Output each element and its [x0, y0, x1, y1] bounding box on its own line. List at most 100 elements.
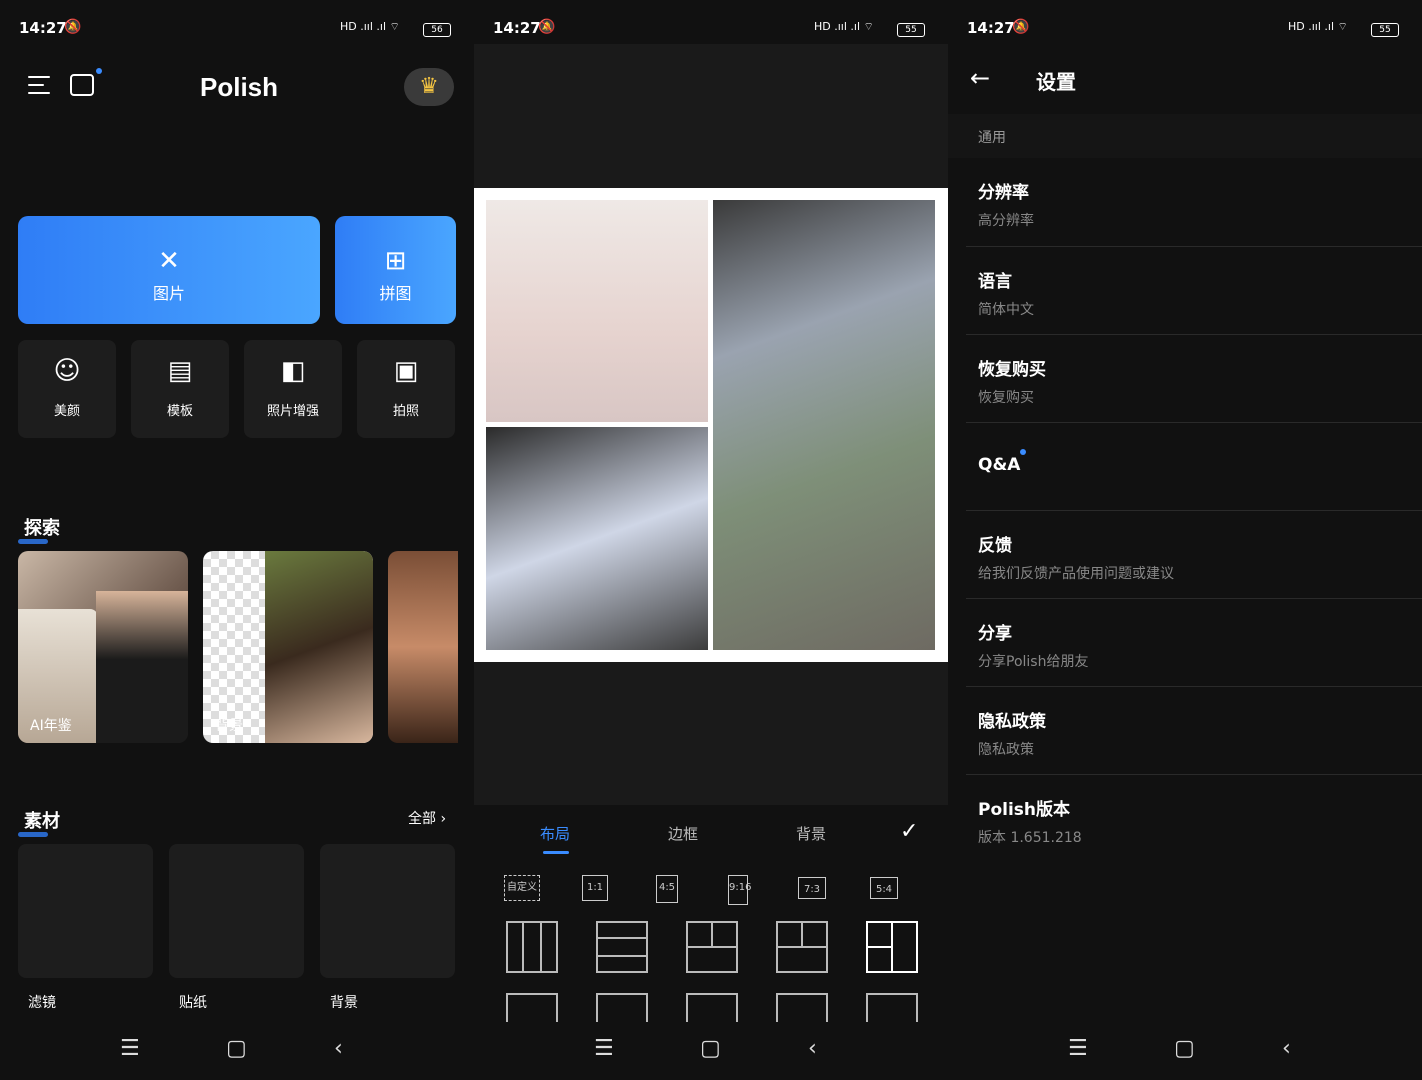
- system-nav-bar: ☰ ▢ ‹: [948, 1022, 1422, 1080]
- layout-option[interactable]: [776, 993, 828, 1023]
- crown-icon[interactable]: ♛: [404, 68, 454, 106]
- item-subtitle: 简体中文: [978, 302, 1034, 318]
- system-nav-bar: ☰ ▢ ‹: [0, 1022, 474, 1080]
- section-label: 通用: [978, 130, 1006, 146]
- camera-icon: ▣: [393, 356, 419, 386]
- item-title: Polish版本: [978, 800, 1071, 820]
- back-icon[interactable]: ‹: [808, 1036, 817, 1061]
- enhance-icon: ◧: [280, 356, 306, 386]
- home-icon[interactable]: ▢: [700, 1036, 721, 1061]
- home-icon[interactable]: ▢: [1174, 1036, 1195, 1061]
- notification-dot: [96, 68, 102, 74]
- item-subtitle: 版本 1.651.218: [978, 830, 1082, 846]
- recents-icon[interactable]: ☰: [120, 1036, 140, 1061]
- layout-two-top-bottom[interactable]: [776, 921, 828, 973]
- system-nav-bar: ☰ ▢ ‹: [474, 1022, 948, 1080]
- material-filter[interactable]: [18, 844, 153, 978]
- material-background[interactable]: [320, 844, 455, 978]
- item-subtitle: 给我们反馈产品使用问题或建议: [978, 566, 1174, 582]
- settings-item-share[interactable]: 分享 分享Polish给朋友: [966, 598, 1422, 687]
- collage-photo-2[interactable]: [713, 200, 935, 650]
- tab-indicator: [543, 851, 569, 854]
- material-label: 贴纸: [179, 995, 207, 1011]
- tool-template[interactable]: ▤ 模板: [131, 340, 229, 438]
- mute-icon: 🔕: [64, 19, 82, 35]
- item-title: 语言: [978, 272, 1012, 292]
- item-subtitle: 分享Polish给朋友: [978, 654, 1089, 670]
- tab-background[interactable]: 背景: [796, 823, 826, 844]
- notification-dot: [1020, 449, 1026, 455]
- settings-item-qa[interactable]: Q&A: [966, 422, 1422, 511]
- collage-photo-3[interactable]: [486, 427, 708, 650]
- item-subtitle: 恢复购买: [978, 390, 1034, 406]
- settings-item-resolution[interactable]: 分辨率 高分辨率: [966, 158, 1422, 246]
- tab-layout[interactable]: 布局: [540, 823, 570, 844]
- template-icon: ▤: [167, 356, 193, 386]
- explore-card-label: AI年鉴: [30, 718, 72, 734]
- material-all-link[interactable]: 全部 ›: [408, 808, 446, 828]
- tool-camera[interactable]: ▣ 拍照: [357, 340, 455, 438]
- settings-header: ← 设置: [948, 44, 1422, 114]
- status-bar: 14:27 🔕 HD .ııl .ıl ⌔ 55: [948, 0, 1422, 44]
- editor-panel: 布局 边框 背景 ✓ 自定义 1:1 4:5 9:16 7:3 5:4: [474, 805, 948, 1023]
- tool-label: 拍照: [392, 404, 419, 419]
- settings-item-feedback[interactable]: 反馈 给我们反馈产品使用问题或建议: [966, 510, 1422, 599]
- item-title: 隐私政策: [978, 712, 1046, 732]
- status-time: 14:27: [967, 19, 1015, 37]
- tab-border[interactable]: 边框: [668, 823, 698, 844]
- item-title: 分辨率: [978, 183, 1029, 203]
- material-label: 滤镜: [28, 995, 56, 1011]
- settings-item-restore[interactable]: 恢复购买 恢复购买: [966, 334, 1422, 423]
- battery-icon: 55: [1371, 23, 1399, 37]
- back-icon[interactable]: ‹: [334, 1036, 343, 1061]
- settings-item-privacy[interactable]: 隐私政策 隐私政策: [966, 686, 1422, 775]
- ratio-5-4[interactable]: 5:4: [870, 877, 898, 899]
- explore-card-ai-yearbook[interactable]: AI年鉴: [18, 551, 188, 743]
- recents-icon[interactable]: ☰: [594, 1036, 614, 1061]
- store-icon[interactable]: [70, 74, 94, 96]
- layout-three-columns[interactable]: [506, 921, 558, 973]
- canvas-area: [474, 44, 948, 188]
- collage-photo-1[interactable]: [486, 200, 708, 422]
- menu-icon[interactable]: [28, 76, 50, 100]
- tool-label: 美颜: [53, 404, 80, 419]
- explore-card-background[interactable]: 背景: [203, 551, 373, 743]
- recents-icon[interactable]: ☰: [1068, 1036, 1088, 1061]
- card-photo-portrait: [265, 551, 373, 743]
- photo-tool-icon: ✕: [158, 246, 180, 276]
- back-arrow-icon[interactable]: ←: [970, 64, 990, 92]
- explore-card-portrait[interactable]: [388, 551, 458, 743]
- layout-option[interactable]: [596, 993, 648, 1023]
- ratio-9-16[interactable]: 9:16: [728, 875, 751, 905]
- layout-option[interactable]: [686, 993, 738, 1023]
- status-bar: 14:27 🔕 HD .ııl .ıl ⌔ 56: [0, 0, 474, 44]
- photo-button[interactable]: ✕ 图片: [18, 216, 320, 324]
- item-title: 分享: [978, 624, 1012, 644]
- layout-three-rows[interactable]: [596, 921, 648, 973]
- battery-icon: 56: [423, 23, 451, 37]
- ratio-custom[interactable]: 自定义: [504, 875, 540, 901]
- collage-button[interactable]: ⊞ 拼图: [335, 216, 456, 324]
- ratio-4-5[interactable]: 4:5: [656, 875, 678, 903]
- layout-top-two-bottom[interactable]: [686, 921, 738, 973]
- tool-beauty[interactable]: ☺ 美颜: [18, 340, 116, 438]
- material-sticker[interactable]: [169, 844, 304, 978]
- confirm-icon[interactable]: ✓: [900, 819, 918, 844]
- page-title: 设置: [1036, 70, 1076, 94]
- home-icon[interactable]: ▢: [226, 1036, 247, 1061]
- mute-icon: 🔕: [1012, 19, 1030, 35]
- card-photo-after: [96, 591, 188, 743]
- signal-icon: HD .ııl .ıl ⌔: [1288, 20, 1348, 33]
- tool-enhance[interactable]: ◧ 照片增强: [244, 340, 342, 438]
- section-general: 通用: [948, 114, 1422, 158]
- layout-option[interactable]: [506, 993, 558, 1023]
- item-title: 恢复购买: [978, 360, 1046, 380]
- home-screen: 14:27 🔕 HD .ııl .ıl ⌔ 56 Polish ♛ ✕ 图片 ⊞…: [0, 0, 474, 1080]
- back-icon[interactable]: ‹: [1282, 1036, 1291, 1061]
- ratio-1-1[interactable]: 1:1: [582, 875, 608, 901]
- ratio-7-3[interactable]: 7:3: [798, 877, 826, 899]
- layout-left-two-right[interactable]: [866, 921, 918, 973]
- status-time: 14:27: [493, 19, 541, 37]
- layout-option[interactable]: [866, 993, 918, 1023]
- settings-item-language[interactable]: 语言 简体中文: [966, 246, 1422, 335]
